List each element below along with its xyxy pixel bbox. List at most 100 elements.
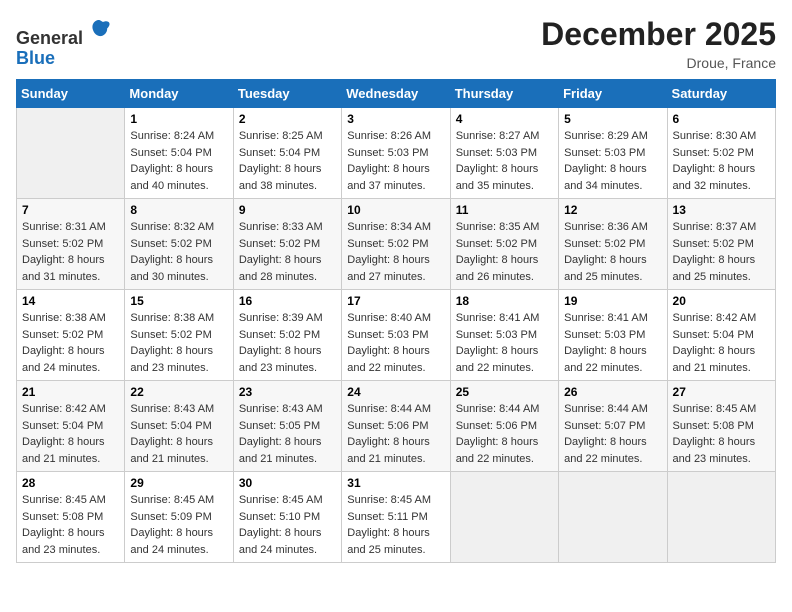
- day-cell: 3Sunrise: 8:26 AMSunset: 5:03 PMDaylight…: [342, 108, 450, 199]
- day-cell: 27 Sunrise: 8:45 AMSunset: 5:08 PMDayligh…: [667, 381, 775, 472]
- day-cell: 17 Sunrise: 8:40 AMSunset: 5:03 PMDayligh…: [342, 290, 450, 381]
- page-header: General Blue December 2025 Droue, France: [16, 16, 776, 71]
- day-info: Sunrise: 8:41 AMSunset: 5:03 PMDaylight:…: [564, 310, 661, 376]
- day-info: Sunrise: 8:43 AMSunset: 5:04 PMDaylight:…: [130, 401, 227, 467]
- day-number: 22: [130, 385, 227, 399]
- calendar-header-row: SundayMondayTuesdayWednesdayThursdayFrid…: [17, 80, 776, 108]
- calendar-table: SundayMondayTuesdayWednesdayThursdayFrid…: [16, 79, 776, 563]
- day-cell: 9Sunrise: 8:33 AMSunset: 5:02 PMDaylight…: [233, 199, 341, 290]
- week-row-4: 21Sunrise: 8:42 AMSunset: 5:04 PMDayligh…: [17, 381, 776, 472]
- week-row-2: 7Sunrise: 8:31 AMSunset: 5:02 PMDaylight…: [17, 199, 776, 290]
- day-cell: 29Sunrise: 8:45 AMSunset: 5:09 PMDayligh…: [125, 472, 233, 563]
- day-cell: 4 Sunrise: 8:27 AMSunset: 5:03 PMDaylight…: [450, 108, 558, 199]
- day-number: 23: [239, 385, 336, 399]
- day-number: 13: [673, 203, 770, 217]
- column-header-thursday: Thursday: [450, 80, 558, 108]
- day-number: 8: [130, 203, 227, 217]
- week-row-3: 14Sunrise: 8:38 AMSunset: 5:02 PMDayligh…: [17, 290, 776, 381]
- day-info: Sunrise: 8:34 AMSunset: 5:02 PMDaylight:…: [347, 219, 444, 285]
- day-cell: 6 Sunrise: 8:30 AMSunset: 5:02 PMDaylight…: [667, 108, 775, 199]
- day-info: Sunrise: 8:31 AMSunset: 5:02 PMDaylight:…: [22, 219, 119, 285]
- day-cell: 14Sunrise: 8:38 AMSunset: 5:02 PMDayligh…: [17, 290, 125, 381]
- day-info: Sunrise: 8:39 AMSunset: 5:02 PMDaylight:…: [239, 310, 336, 376]
- day-number: 20: [673, 294, 770, 308]
- day-cell: 30 Sunrise: 8:45 AMSunset: 5:10 PMDayligh…: [233, 472, 341, 563]
- day-info: Sunrise: 8:44 AMSunset: 5:06 PMDaylight:…: [347, 401, 444, 467]
- day-info: Sunrise: 8:29 AMSunset: 5:03 PMDaylight:…: [564, 128, 661, 194]
- column-header-monday: Monday: [125, 80, 233, 108]
- day-cell: 23Sunrise: 8:43 AMSunset: 5:05 PMDayligh…: [233, 381, 341, 472]
- day-cell: [667, 472, 775, 563]
- day-cell: 25Sunrise: 8:44 AMSunset: 5:06 PMDayligh…: [450, 381, 558, 472]
- day-info: Sunrise: 8:45 AMSunset: 5:08 PMDaylight:…: [22, 492, 119, 558]
- day-cell: 20 Sunrise: 8:42 AMSunset: 5:04 PMDayligh…: [667, 290, 775, 381]
- logo: General Blue: [16, 16, 113, 69]
- day-number: 19: [564, 294, 661, 308]
- day-info: Sunrise: 8:44 AMSunset: 5:07 PMDaylight:…: [564, 401, 661, 467]
- day-info: Sunrise: 8:25 AMSunset: 5:04 PMDaylight:…: [239, 128, 336, 194]
- logo-bird-icon: [85, 16, 113, 44]
- day-number: 26: [564, 385, 661, 399]
- day-number: 4: [456, 112, 553, 126]
- day-cell: 11 Sunrise: 8:35 AMSunset: 5:02 PMDayligh…: [450, 199, 558, 290]
- day-number: 29: [130, 476, 227, 490]
- day-cell: 15 Sunrise: 8:38 AMSunset: 5:02 PMDayligh…: [125, 290, 233, 381]
- location: Droue, France: [541, 55, 776, 71]
- week-row-1: 1 Sunrise: 8:24 AMSunset: 5:04 PMDaylight…: [17, 108, 776, 199]
- day-cell: 28 Sunrise: 8:45 AMSunset: 5:08 PMDayligh…: [17, 472, 125, 563]
- day-info: Sunrise: 8:45 AMSunset: 5:11 PMDaylight:…: [347, 492, 444, 558]
- day-number: 17: [347, 294, 444, 308]
- day-cell: 31 Sunrise: 8:45 AMSunset: 5:11 PMDayligh…: [342, 472, 450, 563]
- month-title: December 2025: [541, 16, 776, 53]
- day-info: Sunrise: 8:27 AMSunset: 5:03 PMDaylight:…: [456, 128, 553, 194]
- day-info: Sunrise: 8:24 AMSunset: 5:04 PMDaylight:…: [130, 128, 227, 194]
- day-cell: 24Sunrise: 8:44 AMSunset: 5:06 PMDayligh…: [342, 381, 450, 472]
- day-cell: 12 Sunrise: 8:36 AMSunset: 5:02 PMDayligh…: [559, 199, 667, 290]
- day-info: Sunrise: 8:35 AMSunset: 5:02 PMDaylight:…: [456, 219, 553, 285]
- day-number: 31: [347, 476, 444, 490]
- day-number: 28: [22, 476, 119, 490]
- day-number: 18: [456, 294, 553, 308]
- day-number: 11: [456, 203, 553, 217]
- day-cell: [559, 472, 667, 563]
- day-info: Sunrise: 8:42 AMSunset: 5:04 PMDaylight:…: [22, 401, 119, 467]
- day-info: Sunrise: 8:45 AMSunset: 5:08 PMDaylight:…: [673, 401, 770, 467]
- day-number: 27: [673, 385, 770, 399]
- day-cell: 10 Sunrise: 8:34 AMSunset: 5:02 PMDayligh…: [342, 199, 450, 290]
- day-number: 12: [564, 203, 661, 217]
- day-info: Sunrise: 8:45 AMSunset: 5:10 PMDaylight:…: [239, 492, 336, 558]
- column-header-friday: Friday: [559, 80, 667, 108]
- title-area: December 2025 Droue, France: [541, 16, 776, 71]
- day-number: 9: [239, 203, 336, 217]
- day-cell: 22 Sunrise: 8:43 AMSunset: 5:04 PMDayligh…: [125, 381, 233, 472]
- day-number: 15: [130, 294, 227, 308]
- day-number: 10: [347, 203, 444, 217]
- day-info: Sunrise: 8:44 AMSunset: 5:06 PMDaylight:…: [456, 401, 553, 467]
- day-info: Sunrise: 8:38 AMSunset: 5:02 PMDaylight:…: [22, 310, 119, 376]
- day-info: Sunrise: 8:36 AMSunset: 5:02 PMDaylight:…: [564, 219, 661, 285]
- day-cell: [17, 108, 125, 199]
- day-number: 1: [130, 112, 227, 126]
- day-cell: [450, 472, 558, 563]
- day-info: Sunrise: 8:42 AMSunset: 5:04 PMDaylight:…: [673, 310, 770, 376]
- column-header-wednesday: Wednesday: [342, 80, 450, 108]
- day-number: 5: [564, 112, 661, 126]
- day-cell: 26 Sunrise: 8:44 AMSunset: 5:07 PMDayligh…: [559, 381, 667, 472]
- column-header-tuesday: Tuesday: [233, 80, 341, 108]
- day-number: 30: [239, 476, 336, 490]
- day-cell: 16Sunrise: 8:39 AMSunset: 5:02 PMDayligh…: [233, 290, 341, 381]
- day-number: 3: [347, 112, 444, 126]
- day-info: Sunrise: 8:40 AMSunset: 5:03 PMDaylight:…: [347, 310, 444, 376]
- day-number: 6: [673, 112, 770, 126]
- day-cell: 19 Sunrise: 8:41 AMSunset: 5:03 PMDayligh…: [559, 290, 667, 381]
- week-row-5: 28 Sunrise: 8:45 AMSunset: 5:08 PMDayligh…: [17, 472, 776, 563]
- day-cell: 21Sunrise: 8:42 AMSunset: 5:04 PMDayligh…: [17, 381, 125, 472]
- day-info: Sunrise: 8:30 AMSunset: 5:02 PMDaylight:…: [673, 128, 770, 194]
- column-header-sunday: Sunday: [17, 80, 125, 108]
- day-cell: 1 Sunrise: 8:24 AMSunset: 5:04 PMDaylight…: [125, 108, 233, 199]
- column-header-saturday: Saturday: [667, 80, 775, 108]
- day-info: Sunrise: 8:38 AMSunset: 5:02 PMDaylight:…: [130, 310, 227, 376]
- day-cell: 18Sunrise: 8:41 AMSunset: 5:03 PMDayligh…: [450, 290, 558, 381]
- day-cell: 8Sunrise: 8:32 AMSunset: 5:02 PMDaylight…: [125, 199, 233, 290]
- logo-general: General: [16, 28, 83, 48]
